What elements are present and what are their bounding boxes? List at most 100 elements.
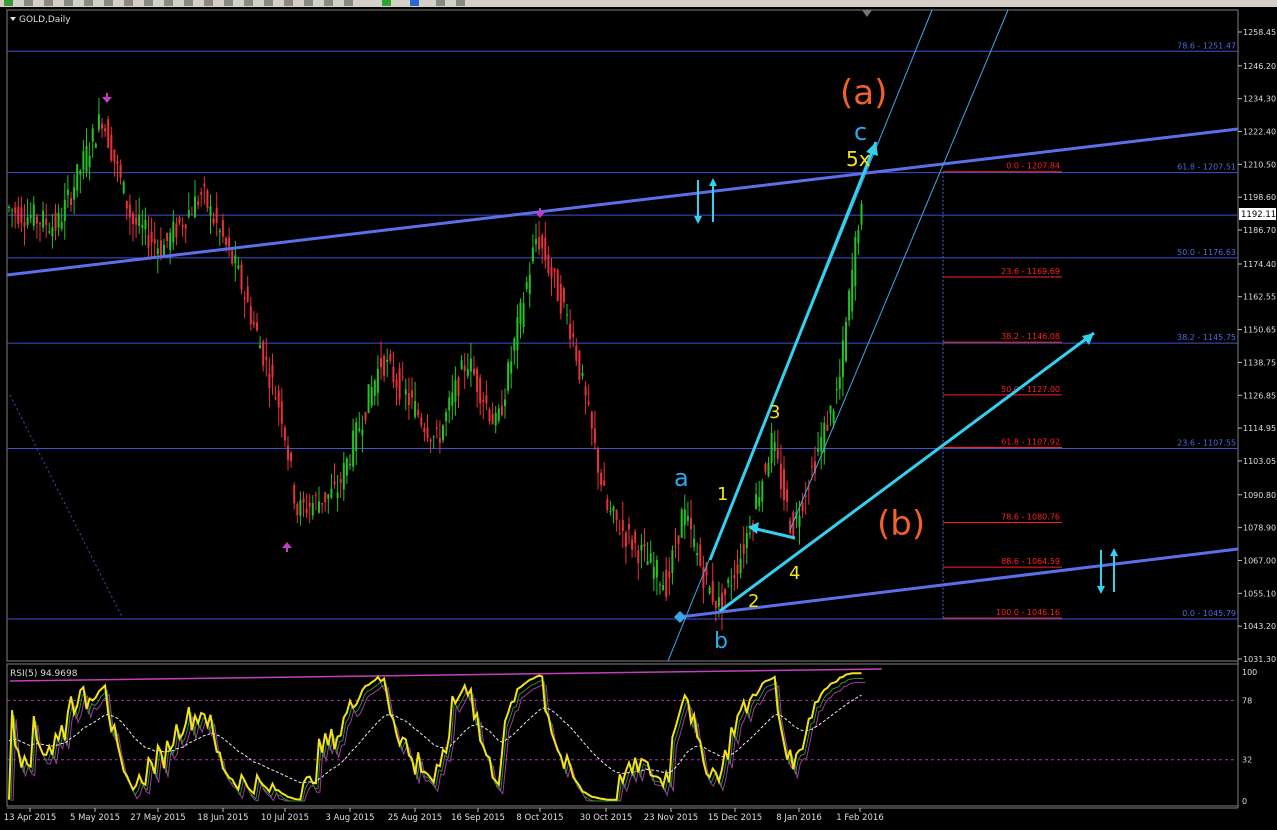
candle-body [138, 214, 141, 226]
chart-window[interactable]: 78.6 - 1251.47 61.8 - 1207.51 50.0 - 1176.… [0, 0, 1277, 830]
candle-body [101, 123, 103, 129]
rsi-title: RSI(5) 94.9698 [10, 669, 78, 679]
candle-body [383, 355, 386, 376]
candle-body [39, 223, 41, 225]
wave-label-3: 3 [769, 402, 780, 423]
candle-body [482, 400, 485, 402]
candle-body [336, 492, 339, 499]
current-price-label: 1192.11 [1241, 210, 1276, 220]
candle-body [680, 509, 683, 538]
candle-body [826, 424, 829, 431]
candle-body [85, 145, 88, 172]
candle-body [442, 425, 444, 441]
candle-body [569, 323, 572, 339]
candle-body [733, 575, 736, 579]
candle-body [854, 237, 857, 286]
candle-body [531, 247, 534, 262]
candle-body [107, 119, 110, 149]
candle-body [8, 206, 10, 208]
candle-body [494, 412, 497, 426]
time-tick-label: 15 Dec 2015 [708, 813, 762, 823]
candle-body [132, 213, 134, 225]
candle-body [240, 264, 243, 290]
candle-body [63, 199, 66, 222]
candle-body [274, 397, 277, 400]
time-tick-label: 30 Oct 2015 [580, 813, 633, 823]
fib-expansion-label: 50.0 - 1127.00 [1001, 385, 1060, 394]
candle-body [491, 413, 494, 425]
rsi-level-label: 32 [1242, 756, 1252, 765]
price-tick-label: 1103.05 [1243, 457, 1276, 466]
candle-body [544, 237, 547, 261]
candle-body [417, 409, 420, 416]
candle-body [773, 442, 776, 452]
wave-label-1: 1 [717, 484, 728, 505]
candle-body [553, 268, 556, 272]
candle-body [606, 499, 609, 511]
candle-body [302, 498, 305, 503]
candle-body [119, 164, 122, 178]
candle-body [810, 465, 813, 467]
candle-body [246, 286, 249, 302]
candle-body [321, 502, 324, 505]
candle-body [175, 223, 178, 238]
candle-body [231, 250, 234, 264]
candle-body [197, 201, 200, 205]
candle-body [429, 439, 432, 442]
candle-body [848, 290, 851, 321]
candle-body [460, 360, 463, 369]
time-tick-label: 13 Apr 2015 [4, 813, 57, 823]
price-tick-label: 1043.20 [1243, 622, 1276, 631]
candle-body [423, 427, 426, 433]
candle-body [73, 187, 76, 200]
candle-body [280, 401, 283, 424]
candle-body [76, 164, 79, 191]
candle-body [376, 368, 379, 393]
candle-body [835, 389, 838, 391]
candle-body [45, 218, 48, 226]
candle-body [318, 501, 320, 513]
candle-body [513, 338, 516, 351]
candle-body [575, 345, 578, 361]
candle-body [541, 235, 544, 249]
candle-body [801, 502, 804, 512]
candle-body [355, 422, 358, 451]
time-tick-label: 25 Aug 2015 [388, 813, 442, 823]
candle-body [457, 377, 460, 396]
candle-body [804, 495, 807, 497]
candle-body [411, 390, 413, 398]
candle-body [538, 237, 541, 250]
wave-label-a: a [674, 464, 689, 492]
fib-level-label: 23.6 - 1107.55 [1177, 439, 1236, 448]
rsi-panel[interactable] [6, 663, 1239, 807]
candle-body [786, 489, 789, 502]
candle-body [349, 464, 351, 466]
candle-body [445, 412, 448, 422]
candle-body [643, 543, 646, 547]
candle-body [646, 561, 649, 565]
candle-body [262, 341, 265, 366]
candle-body [243, 297, 246, 300]
candle-body [380, 358, 382, 368]
candle-body [128, 204, 131, 218]
time-tick-label: 1 Feb 2016 [836, 813, 884, 823]
candle-body [671, 550, 674, 574]
candle-body [218, 230, 221, 233]
price-tick-label: 1114.95 [1243, 424, 1276, 433]
candle-body [479, 377, 482, 404]
candle-body [194, 196, 196, 218]
candle-body [593, 428, 596, 444]
wave-label-b-big: (b) [877, 504, 925, 544]
candle-body [290, 452, 293, 462]
candle-body [832, 410, 835, 423]
candle-body [166, 232, 169, 241]
candle-body [770, 433, 773, 463]
price-tick-label: 1174.40 [1243, 260, 1276, 269]
candle-body [249, 306, 252, 325]
candle-body [324, 492, 327, 503]
time-tick-label: 8 Jan 2016 [776, 813, 822, 823]
candle-body [156, 248, 159, 255]
candle-body [79, 170, 82, 175]
candle-body [14, 207, 17, 214]
candle-body [566, 314, 568, 316]
